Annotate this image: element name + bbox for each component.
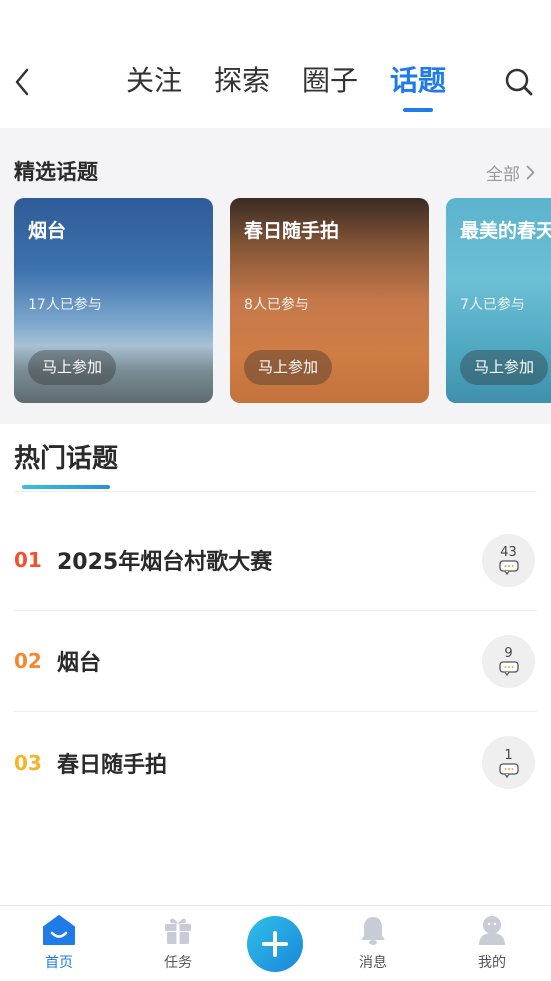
topic-card-title: 最美的春天: [460, 220, 551, 242]
featured-title: 精选话题: [14, 160, 98, 184]
home-icon: [43, 915, 75, 945]
tab-topics[interactable]: 话题: [384, 56, 452, 112]
tab-explore-label: 探索: [214, 64, 271, 97]
hot-topics-section: 热门话题 01 2025年烟台村歌大赛 43 02 烟台 9 03 春日随手拍 …: [0, 424, 551, 806]
featured-topics-section: 精选话题 全部 烟台 17人已参与 马上参加 春日随手拍 8人已参与 马上参加 …: [0, 128, 551, 424]
comment-count: 9: [504, 646, 513, 661]
join-button[interactable]: 马上参加: [244, 350, 333, 385]
comment-icon: [498, 661, 519, 676]
tabbar-mine[interactable]: 我的: [452, 914, 532, 972]
hot-topic-name: 春日随手拍: [57, 752, 168, 778]
divider: [14, 491, 537, 492]
tab-circle[interactable]: 圈子: [296, 56, 364, 112]
back-button[interactable]: [8, 62, 36, 102]
tabbar-tasks-label: 任务: [164, 955, 192, 971]
hot-topic-row[interactable]: 01 2025年烟台村歌大赛 43: [14, 510, 537, 611]
top-tabs: 关注 探索 圈子 话题: [120, 56, 452, 112]
chevron-right-icon: [526, 165, 535, 180]
comment-count-badge: 9: [482, 634, 535, 688]
join-button[interactable]: 马上参加: [460, 350, 549, 385]
chevron-left-icon: [15, 68, 29, 96]
comment-icon: [498, 560, 519, 575]
tab-circle-label: 圈子: [302, 64, 359, 97]
hot-topic-name: 2025年烟台村歌大赛: [57, 550, 273, 575]
tabbar-mine-label: 我的: [478, 955, 506, 971]
active-tab-indicator: [403, 108, 434, 112]
view-all-link[interactable]: 全部: [486, 160, 535, 185]
tab-explore[interactable]: 探索: [208, 56, 276, 112]
topic-card-title: 春日随手拍: [244, 220, 340, 242]
comment-count-badge: 43: [482, 533, 535, 587]
comment-count: 1: [504, 747, 513, 763]
user-icon: [479, 916, 505, 945]
tabbar-messages[interactable]: 消息: [333, 914, 413, 972]
comment-count-badge: 1: [482, 736, 535, 789]
create-post-button[interactable]: [247, 916, 303, 972]
comment-icon: [498, 762, 519, 778]
bottom-tab-bar: 首页 任务 消息 我的: [0, 905, 551, 981]
top-header: 关注 探索 圈子 话题: [0, 0, 551, 128]
hot-topic-row[interactable]: 03 春日随手拍 1: [14, 712, 537, 813]
rank-number: 02: [14, 649, 42, 673]
view-all-label: 全部: [486, 165, 520, 185]
topic-card-participants: 7人已参与: [460, 297, 525, 313]
hot-topics-underline: [22, 485, 110, 489]
topic-card[interactable]: 烟台 17人已参与 马上参加: [14, 198, 213, 403]
topic-card-title: 烟台: [28, 220, 67, 242]
gift-icon: [165, 918, 191, 944]
tabbar-home[interactable]: 首页: [19, 914, 99, 972]
join-button[interactable]: 马上参加: [28, 350, 117, 385]
topic-card[interactable]: 最美的春天 7人已参与 马上参加: [446, 198, 551, 403]
plus-icon: [262, 931, 288, 957]
tab-follow-label: 关注: [126, 64, 183, 97]
tab-topics-label: 话题: [390, 64, 447, 97]
tabbar-home-label: 首页: [45, 955, 73, 971]
hot-topic-name: 烟台: [57, 651, 102, 676]
tabbar-tasks[interactable]: 任务: [138, 914, 218, 972]
tab-follow[interactable]: 关注: [120, 56, 188, 112]
rank-number: 03: [14, 750, 42, 775]
topic-card-participants: 17人已参与: [28, 297, 102, 313]
search-button[interactable]: [503, 66, 535, 98]
comment-count: 43: [500, 545, 517, 560]
hot-topics-title: 热门话题: [14, 444, 119, 474]
search-icon: [505, 68, 533, 96]
hot-topic-row[interactable]: 02 烟台 9: [14, 611, 537, 712]
topic-card[interactable]: 春日随手拍 8人已参与 马上参加: [230, 198, 429, 403]
featured-cards: 烟台 17人已参与 马上参加 春日随手拍 8人已参与 马上参加 最美的春天 7人…: [14, 198, 551, 403]
tabbar-messages-label: 消息: [359, 955, 387, 971]
topic-card-participants: 8人已参与: [244, 297, 309, 313]
bell-icon: [361, 917, 385, 945]
rank-number: 01: [14, 548, 42, 572]
